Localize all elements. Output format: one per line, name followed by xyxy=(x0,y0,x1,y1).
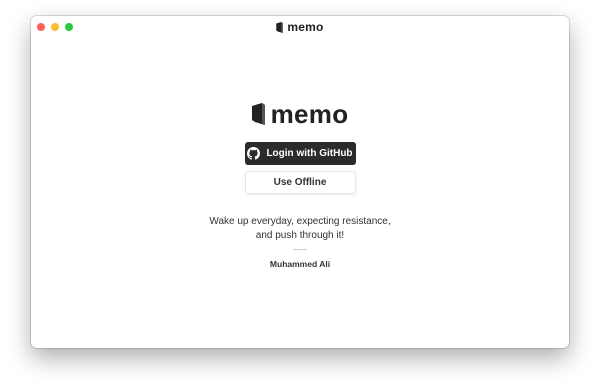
window-title: memo xyxy=(31,20,569,34)
login-github-button[interactable]: Login with GitHub xyxy=(244,142,356,165)
window-title-text: memo xyxy=(287,20,324,34)
quote-line-1: Wake up everyday, expecting resistance, xyxy=(209,216,391,227)
quote-divider xyxy=(293,249,307,250)
login-panel: memo Login with GitHub Use Offline Wake … xyxy=(31,100,569,269)
use-offline-button[interactable]: Use Offline xyxy=(244,171,356,194)
title-bar[interactable]: memo xyxy=(31,16,569,38)
quote-author: Muhammed Ali xyxy=(269,259,331,269)
use-offline-label: Use Offline xyxy=(273,177,327,188)
book-icon xyxy=(276,21,284,33)
quote-line-2: and push through it! xyxy=(255,230,345,241)
book-icon xyxy=(251,103,265,125)
app-window: memo memo Login with GitHub Use Offline … xyxy=(31,16,569,348)
brand: memo xyxy=(251,99,349,129)
brand-name: memo xyxy=(270,99,349,129)
github-icon xyxy=(247,147,261,160)
login-github-label: Login with GitHub xyxy=(266,148,353,159)
quote-text: Wake up everyday, expecting resistance, … xyxy=(209,215,390,243)
